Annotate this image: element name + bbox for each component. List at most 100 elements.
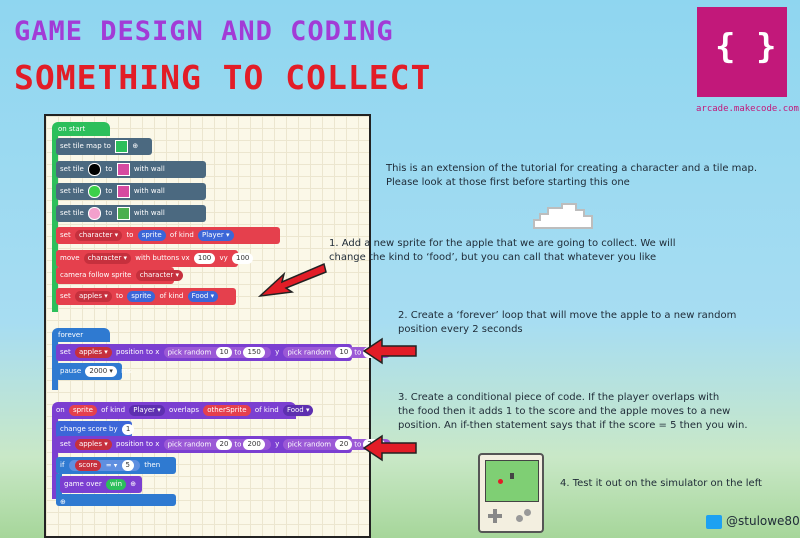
block-label: set — [60, 440, 71, 448]
on-overlap-block[interactable]: on sprite of kind Player ▾ overlaps othe… — [52, 402, 314, 419]
simulator-screen — [485, 460, 539, 502]
block-label: to — [105, 165, 113, 173]
plus-icon[interactable]: ⊕ — [60, 498, 66, 506]
dpad-icon[interactable] — [488, 509, 502, 523]
random-max[interactable]: 150 — [243, 346, 265, 358]
character-dropdown[interactable]: character ▾ — [74, 229, 123, 241]
arrow-icon — [258, 262, 327, 298]
set-character-block[interactable]: set character ▾ to sprite of kind Player… — [56, 227, 280, 244]
block-label: position to x — [116, 348, 160, 356]
block-label: y — [275, 440, 280, 448]
apples-dropdown[interactable]: apples ▾ — [74, 290, 112, 302]
pause-block[interactable]: pause 2000 ▾ ms — [56, 363, 132, 380]
tile-thumbnail-pink[interactable] — [88, 206, 102, 220]
set-apples-position-block[interactable]: set apples ▾ position to x pick random 1… — [56, 344, 391, 361]
camera-sprite-dropdown[interactable]: character ▾ — [135, 269, 183, 281]
step-line: change the kind to ‘food’, but you can c… — [329, 252, 657, 263]
block-label: camera follow sprite — [60, 271, 132, 279]
tile-thumbnail-image[interactable] — [116, 206, 130, 220]
intro-text: This is an extension of the tutorial for… — [386, 162, 757, 190]
score-input[interactable]: 1 — [121, 423, 135, 435]
block-label: with wall — [133, 165, 165, 173]
set-tile-block-3[interactable]: set tile to with wall — [56, 205, 206, 222]
other-sprite-var[interactable]: otherSprite — [203, 404, 251, 416]
tile-thumbnail-image[interactable] — [116, 184, 130, 198]
set-apples-block[interactable]: set apples ▾ to sprite of kind Food ▾ — [56, 288, 236, 305]
score-var[interactable]: score — [74, 459, 102, 471]
vx-input[interactable]: 100 — [193, 252, 216, 264]
block-label: of kind — [254, 406, 279, 414]
step-line: position. An if-then statement says that… — [398, 420, 748, 431]
block-label: vy — [219, 254, 228, 262]
block-label: if — [60, 461, 65, 469]
player-kind-dropdown[interactable]: Player ▾ — [198, 229, 234, 241]
intro-line: This is an extension of the tutorial for… — [386, 163, 758, 174]
if-footer[interactable]: ⊕ — [56, 494, 176, 506]
camera-follow-block[interactable]: camera follow sprite character ▾ — [56, 267, 183, 284]
step-1-text: 1. Add a new sprite for the apple that w… — [329, 237, 675, 265]
sprite-var[interactable]: sprite — [68, 404, 97, 416]
set-apples-position-block-2[interactable]: set apples ▾ position to x pick random 2… — [56, 436, 391, 453]
block-label: set — [60, 348, 71, 356]
vy-input[interactable]: 100 — [232, 252, 254, 264]
set-tile-block-2[interactable]: set tile to with wall — [56, 183, 206, 200]
block-label: pause — [60, 367, 82, 375]
food-kind-dropdown[interactable]: Food ▾ — [282, 404, 314, 416]
block-label: of kind — [169, 231, 194, 239]
block-label: to — [105, 187, 113, 195]
apples-dropdown[interactable]: apples ▾ — [74, 438, 112, 450]
block-label: position to x — [116, 440, 160, 448]
block-label: y — [275, 348, 280, 356]
random-max[interactable]: 200 — [243, 438, 265, 450]
intro-line: Please look at those first before starti… — [386, 177, 630, 188]
cloud-icon — [533, 203, 593, 229]
block-label: then — [144, 461, 161, 469]
tilemap-thumbnail[interactable] — [115, 139, 129, 153]
random-min[interactable]: 20 — [335, 438, 353, 450]
block-label: set — [60, 292, 71, 300]
step-line: 1. Add a new sprite for the apple that w… — [329, 238, 676, 249]
block-label: with wall — [133, 209, 165, 217]
if-block[interactable]: if score = ▾ 5 then — [56, 457, 176, 474]
twitter-icon — [706, 515, 722, 529]
move-block[interactable]: move character ▾ with buttons vx 100 vy … — [56, 250, 254, 267]
apples-dropdown[interactable]: apples ▾ — [74, 346, 112, 358]
game-over-block[interactable]: game over win ⊕ — [60, 476, 142, 493]
pause-input[interactable]: 2000 ▾ — [85, 365, 117, 377]
forever-block[interactable]: forever — [52, 328, 110, 342]
random-min[interactable]: 10 — [215, 346, 233, 358]
random-min[interactable]: 20 — [215, 438, 233, 450]
random-min[interactable]: 10 — [335, 346, 353, 358]
step-3-text: 3. Create a conditional piece of code. I… — [398, 391, 748, 433]
set-tilemap-block[interactable]: set tile map to ⊕ — [56, 138, 152, 155]
tile-thumbnail-image[interactable] — [116, 162, 130, 176]
puzzle-icon: { } — [715, 27, 777, 67]
a-button[interactable] — [524, 509, 531, 516]
character-dropdown[interactable]: character ▾ — [83, 252, 132, 264]
compare-block[interactable]: score = ▾ 5 — [68, 459, 141, 471]
win-toggle[interactable]: win — [105, 478, 127, 490]
sprite-block[interactable]: sprite — [137, 229, 166, 241]
title-line-1: GAME DESIGN AND CODING — [14, 16, 394, 47]
makecode-logo: { } — [697, 7, 787, 97]
tile-thumbnail-black[interactable] — [88, 162, 102, 176]
tile-thumbnail-green[interactable] — [88, 184, 102, 198]
block-label: to — [126, 231, 134, 239]
pick-random-x[interactable]: pick random 10 to 150 — [163, 346, 271, 358]
block-label: move — [60, 254, 80, 262]
plus-icon[interactable]: ⊕ — [130, 480, 136, 488]
pick-random-x[interactable]: pick random 20 to 200 — [163, 438, 271, 450]
block-label: of kind — [101, 406, 126, 414]
step-4-text: 4. Test it out on the simulator on the l… — [560, 477, 762, 491]
b-button[interactable] — [516, 515, 523, 522]
block-label: set tile — [60, 165, 84, 173]
set-tile-block-1[interactable]: set tile to with wall — [56, 161, 206, 178]
compare-value[interactable]: 5 — [121, 459, 135, 471]
block-label: set tile — [60, 209, 84, 217]
food-kind-dropdown[interactable]: Food ▾ — [187, 290, 219, 302]
player-kind-dropdown[interactable]: Player ▾ — [129, 404, 165, 416]
plus-icon[interactable]: ⊕ — [132, 142, 138, 150]
sprite-block[interactable]: sprite — [127, 290, 156, 302]
simulator[interactable] — [478, 453, 544, 533]
on-start-block[interactable]: on start — [52, 122, 110, 136]
